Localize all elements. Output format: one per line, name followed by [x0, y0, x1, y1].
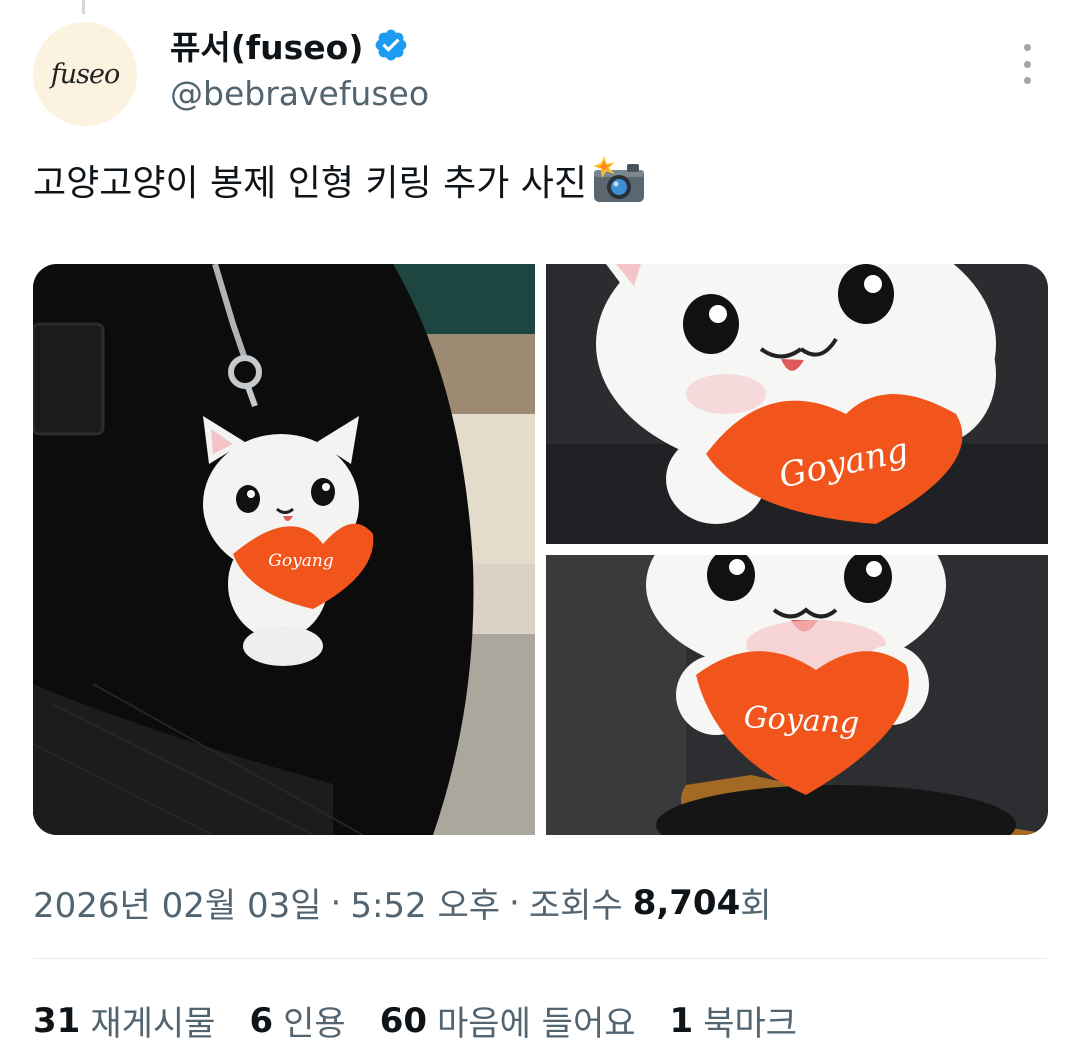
tweet-meta: 2026년 02월 03일 · 5:52 오후 · 조회수 8,704 회: [33, 878, 772, 927]
thread-connector-line: [82, 0, 85, 14]
photo-3-heart-text: Goyang: [743, 700, 860, 741]
bookmarks-label: 북마크: [703, 1004, 798, 1044]
tweet-photo-2[interactable]: Goyang: [546, 264, 1048, 544]
quotes-count: 6: [249, 1000, 274, 1041]
reposts-label: 재게시물: [90, 1004, 216, 1044]
author-name-row: 퓨서(fuseo): [170, 22, 409, 68]
divider: [33, 958, 1047, 959]
likes-label: 마음에 들어요: [437, 1004, 636, 1044]
reposts-count: 31: [33, 1000, 81, 1041]
likes-count: 60: [379, 1000, 428, 1041]
bookmarks-stat[interactable]: 1 북마크: [670, 996, 798, 1045]
tweet-time[interactable]: 5:52 오후: [350, 878, 500, 927]
tweet-photo-1[interactable]: Goyang: [33, 264, 535, 835]
views-suffix: 회: [740, 886, 772, 926]
likes-stat[interactable]: 60 마음에 들어요: [380, 996, 636, 1045]
views-count: 8,704: [632, 882, 741, 923]
verified-badge-icon[interactable]: [373, 27, 409, 63]
reposts-stat[interactable]: 31 재게시물: [33, 996, 215, 1045]
tweet-text: 고양고양이 봉제 인형 키링 추가 사진: [33, 154, 647, 206]
meta-separator: ·: [330, 882, 342, 923]
user-handle[interactable]: @bebravefuseo: [170, 74, 429, 113]
quotes-label: 인용: [283, 1004, 346, 1044]
display-name[interactable]: 퓨서(fuseo): [170, 21, 363, 69]
views-label: 조회수: [528, 886, 623, 926]
bookmarks-count: 1: [669, 1000, 694, 1041]
camera-with-flash-icon: [593, 156, 645, 202]
photo-1-heart-text: Goyang: [268, 551, 334, 571]
avatar[interactable]: fuseo: [33, 22, 137, 126]
tweet-date[interactable]: 2026년 02월 03일: [33, 878, 322, 927]
tweet-photo-3[interactable]: Goyang: [546, 555, 1048, 835]
engagement-stats: 31 재게시물 6 인용 60 마음에 들어요 1 북마크: [33, 996, 797, 1045]
more-options-icon[interactable]: [1012, 44, 1042, 84]
media-grid: Goyang Goyang Goyang: [33, 264, 1048, 835]
tweet-text-content: 고양고양이 봉제 인형 키링 추가 사진: [33, 163, 588, 204]
avatar-logo-text: fuseo: [50, 58, 120, 90]
meta-separator: ·: [509, 882, 520, 923]
quotes-stat[interactable]: 6 인용: [249, 996, 345, 1045]
